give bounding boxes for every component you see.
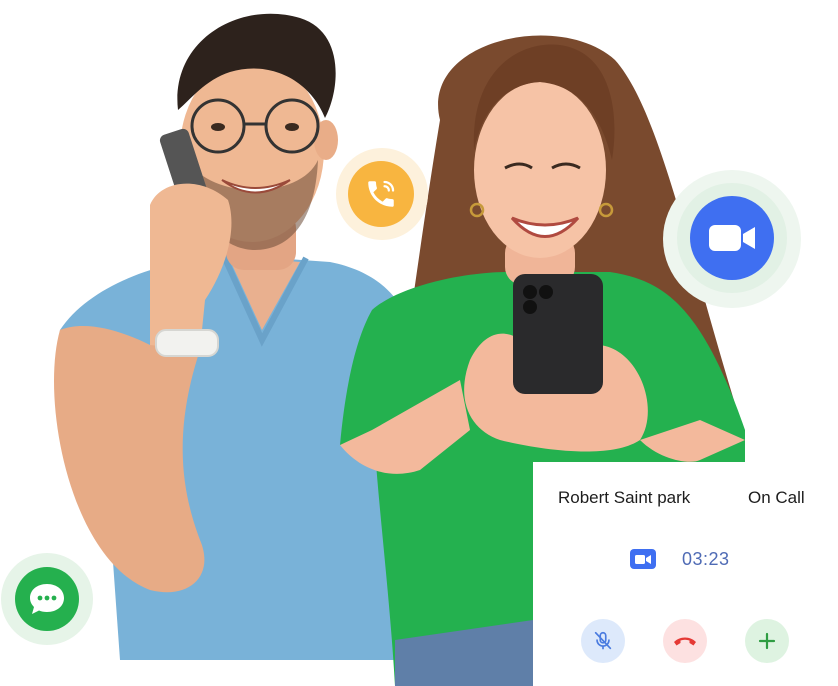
call-timer: 03:23 (682, 549, 730, 569)
video-bubble[interactable] (690, 196, 774, 280)
caller-name: Robert Saint park (558, 488, 691, 507)
plus-icon (758, 632, 776, 650)
call-card: Robert Saint park On Call 03:23 (533, 462, 838, 686)
call-status: On Call (748, 488, 805, 507)
chat-bubble[interactable] (15, 567, 79, 631)
video-camera-glyph (635, 554, 651, 564)
chat-bubble-icon (30, 584, 64, 614)
add-participant-button[interactable] (745, 619, 789, 663)
hero-section: Robert Saint park On Call 03:23 (0, 0, 838, 686)
phone-ringing-icon (368, 180, 395, 207)
video-camera-icon (709, 225, 755, 251)
phone-hangup-icon (674, 637, 696, 646)
end-call-button[interactable] (663, 619, 707, 663)
phone-bubble[interactable] (348, 161, 414, 227)
video-camera-icon[interactable] (630, 549, 656, 569)
microphone-off-icon (594, 631, 612, 650)
mute-button[interactable] (581, 619, 625, 663)
